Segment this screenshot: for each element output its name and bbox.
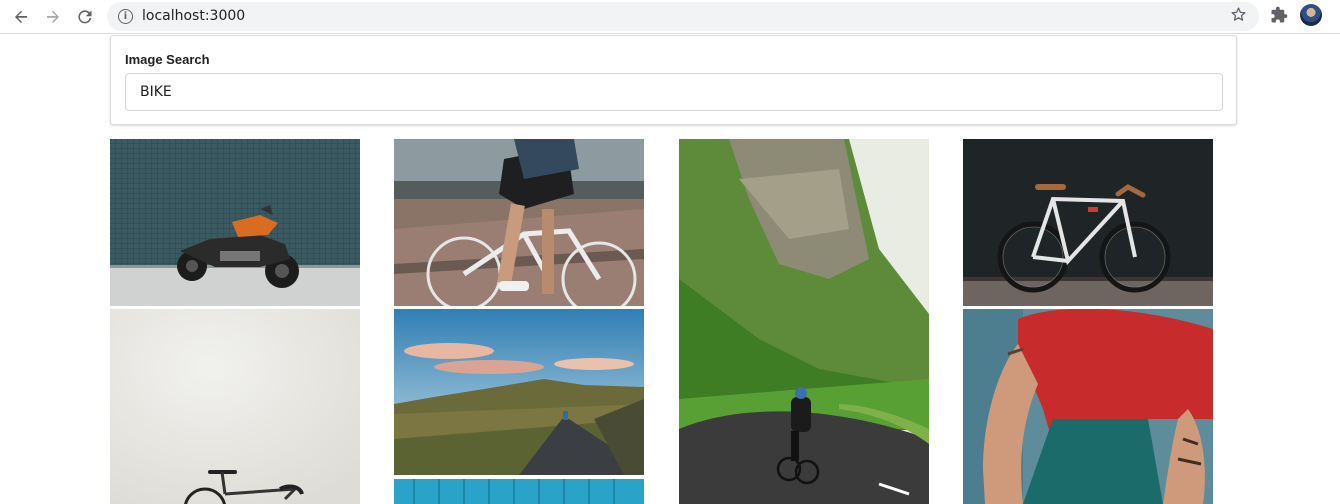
star-icon[interactable] (1230, 6, 1247, 28)
image-search-card: Image Search (110, 35, 1237, 125)
info-icon[interactable]: i (118, 9, 133, 24)
back-arrow-icon[interactable] (9, 5, 33, 29)
search-label: Image Search (125, 52, 210, 67)
reload-icon[interactable] (73, 5, 97, 29)
image-result-fixie[interactable] (963, 139, 1213, 306)
forward-arrow-icon[interactable] (41, 5, 65, 29)
image-result-hills-road[interactable] (394, 309, 644, 475)
profile-avatar[interactable] (1300, 4, 1322, 26)
url-text: localhost:3000 (142, 8, 246, 24)
image-result-white-wall-bike[interactable] (110, 309, 360, 504)
image-result-blue-wall[interactable] (394, 479, 644, 504)
address-bar[interactable]: i localhost:3000 (107, 2, 1259, 31)
image-result-motorcycle[interactable] (110, 139, 360, 306)
search-input[interactable] (125, 73, 1223, 111)
image-result-mountain-road[interactable] (679, 139, 929, 504)
extensions-icon[interactable] (1270, 6, 1288, 29)
browser-toolbar: i localhost:3000 (0, 0, 1340, 34)
image-result-cyclist-street[interactable] (394, 139, 644, 306)
image-result-red-shirt[interactable] (963, 309, 1213, 504)
